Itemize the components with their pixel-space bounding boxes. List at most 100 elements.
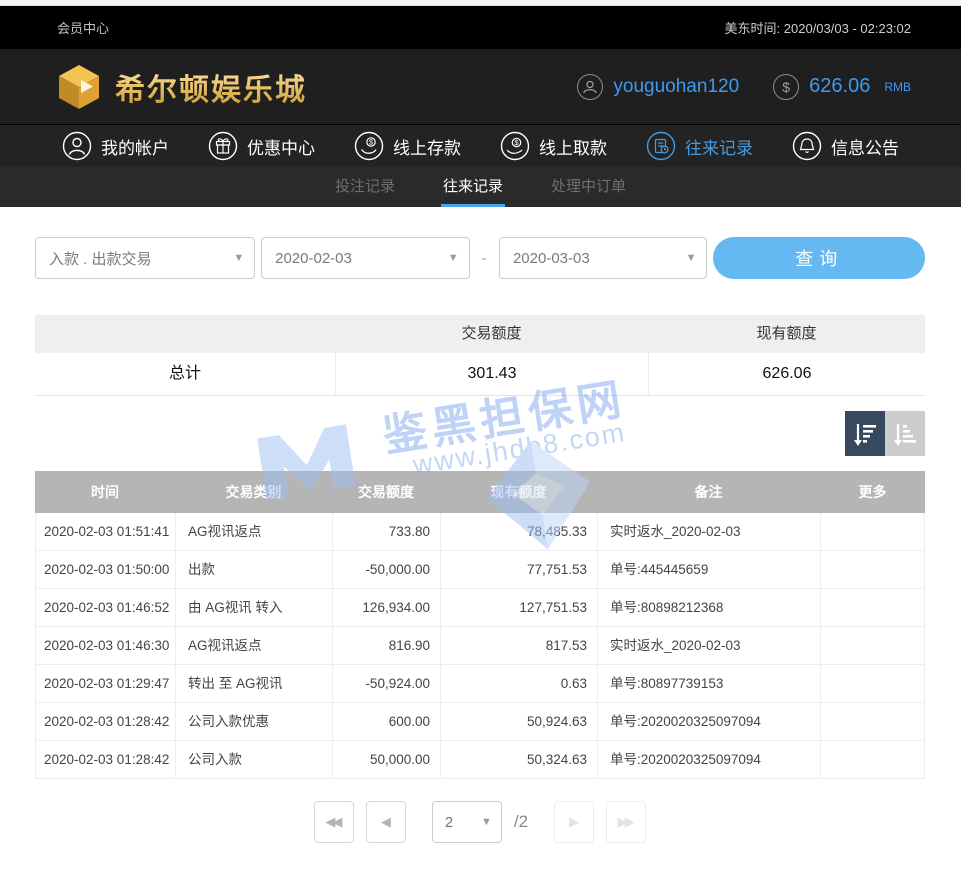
nav-label: 优惠中心 [247,134,315,159]
tab-transaction-records[interactable]: 往来记录 [441,167,505,207]
nav-item-promotions[interactable]: 优惠中心 [208,131,315,161]
tab-pending-orders[interactable]: 处理中订单 [549,167,628,207]
cell-more [820,741,924,778]
date-to-select[interactable]: 2020-03-03 ▼ [499,237,707,279]
page-select[interactable]: 2 ▼ [432,801,502,843]
cell-balance: 50,924.63 [440,703,597,740]
records-icon [646,131,676,161]
chevron-down-icon: ▼ [233,252,244,264]
nav-label: 我的帐户 [101,134,169,159]
chevron-down-icon: ▼ [448,252,459,264]
summary-header-balance: 现有额度 [648,315,925,353]
cell-time: 2020-02-03 01:46:52 [36,589,175,626]
table-row: 2020-02-03 01:46:52 由 AG视讯 转入 126,934.00… [36,589,924,627]
cell-amount: 600.00 [332,703,440,740]
cell-type: 公司入款 [175,741,332,778]
top-bar: 会员中心 美东时间: 2020/03/03 - 02:23:02 [0,6,961,49]
sub-nav: 投注记录 往来记录 处理中订单 [0,167,961,207]
last-page-icon: ▶▶ [618,814,632,830]
account-area: youguohan120 $ 626.06 RMB [577,74,911,100]
date-from-value: 2020-02-03 [275,250,352,267]
table-row: 2020-02-03 01:50:00 出款 -50,000.00 77,751… [36,551,924,589]
chevron-down-icon: ▼ [481,816,492,828]
last-page-button[interactable]: ▶▶ [606,801,646,843]
table-row: 2020-02-03 01:46:30 AG视讯返点 816.90 817.53… [36,627,924,665]
nav-label: 往来记录 [685,134,753,159]
logo[interactable]: 希尔顿娱乐城 [55,63,307,111]
col-header-balance: 现有额度 [440,471,597,513]
summary-header-trade: 交易额度 [335,315,648,353]
cell-balance: 78,485.33 [440,513,597,550]
table-row: 2020-02-03 01:28:42 公司入款优惠 600.00 50,924… [36,703,924,741]
brand-cube-icon [55,63,103,111]
nav-label: 线上取款 [539,134,607,159]
first-page-button[interactable]: ◀◀ [314,801,354,843]
deposit-icon: $ [354,131,384,161]
prev-page-icon: ◀ [381,814,388,830]
table-row: 2020-02-03 01:28:42 公司入款 50,000.00 50,32… [36,741,924,778]
summary-total-label: 总计 [35,353,335,395]
nav-item-withdraw[interactable]: $ 线上取款 [500,131,607,161]
nav-item-announcements[interactable]: 信息公告 [792,131,899,161]
cell-amount: 733.80 [332,513,440,550]
cell-note: 单号:2020020325097094 [597,703,820,740]
brand-bar: 希尔顿娱乐城 youguohan120 $ 626.06 RMB [0,49,961,124]
breadcrumb: 会员中心 [57,18,109,37]
nav-label: 信息公告 [831,134,899,159]
cell-more [820,513,924,550]
transaction-type-value: 入款 . 出款交易 [49,248,152,269]
account-icon [62,131,92,161]
col-header-more: 更多 [820,471,925,513]
tab-betting-records[interactable]: 投注记录 [333,167,397,207]
summary-trade-total: 301.43 [335,353,648,395]
transaction-type-select[interactable]: 入款 . 出款交易 ▼ [35,237,255,279]
sort-descending-button[interactable] [845,411,885,456]
main-content: 入款 . 出款交易 ▼ 2020-02-03 ▼ - 2020-03-03 ▼ … [0,237,961,843]
date-to-value: 2020-03-03 [513,250,590,267]
cell-amount: -50,924.00 [332,665,440,702]
col-header-amount: 交易额度 [332,471,440,513]
promo-icon [208,131,238,161]
cell-time: 2020-02-03 01:28:42 [36,741,175,778]
nav-label: 线上存款 [393,134,461,159]
col-header-type: 交易类别 [175,471,332,513]
search-button[interactable]: 查询 [713,237,925,279]
sort-toolbar [35,411,925,456]
summary-table: 交易额度 现有额度 总计 301.43 626.06 [35,315,925,396]
summary-header-empty [35,315,335,353]
nav-item-deposit[interactable]: $ 线上存款 [354,131,461,161]
brand-name: 希尔顿娱乐城 [115,65,307,109]
server-time: 美东时间: 2020/03/03 - 02:23:02 [725,18,911,37]
pagination: ◀◀ ◀ 2 ▼ /2 ▶ ▶▶ [35,801,925,843]
cell-type: AG视讯返点 [175,627,332,664]
sort-asc-icon [892,420,918,448]
cell-type: AG视讯返点 [175,513,332,550]
cell-time: 2020-02-03 01:28:42 [36,703,175,740]
sort-ascending-button[interactable] [885,411,925,456]
table-body: 2020-02-03 01:51:41 AG视讯返点 733.80 78,485… [35,513,925,779]
user-icon [577,74,603,100]
summary-header-row: 交易额度 现有额度 [35,315,925,353]
table-header-row: 时间 交易类别 交易额度 现有额度 备注 更多 [35,471,925,513]
cell-note: 单号:2020020325097094 [597,741,820,778]
nav-item-my-account[interactable]: 我的帐户 [62,131,169,161]
cell-more [820,665,924,702]
date-range-separator: - [470,250,499,267]
nav-item-transactions[interactable]: 往来记录 [646,131,753,161]
username[interactable]: youguohan120 [613,76,739,98]
total-pages-label: /2 [514,812,528,832]
cell-amount: 126,934.00 [332,589,440,626]
cell-more [820,551,924,588]
cell-balance: 77,751.53 [440,551,597,588]
prev-page-button[interactable]: ◀ [366,801,406,843]
cell-more [820,627,924,664]
date-from-select[interactable]: 2020-02-03 ▼ [261,237,469,279]
cell-time: 2020-02-03 01:29:47 [36,665,175,702]
balance-display[interactable]: $ 626.06 RMB [773,74,911,100]
notice-icon [792,131,822,161]
cell-note: 单号:445445659 [597,551,820,588]
user-menu[interactable]: youguohan120 [577,74,739,100]
cell-note: 实时返水_2020-02-03 [597,513,820,550]
first-page-icon: ◀◀ [325,814,339,830]
next-page-button[interactable]: ▶ [554,801,594,843]
